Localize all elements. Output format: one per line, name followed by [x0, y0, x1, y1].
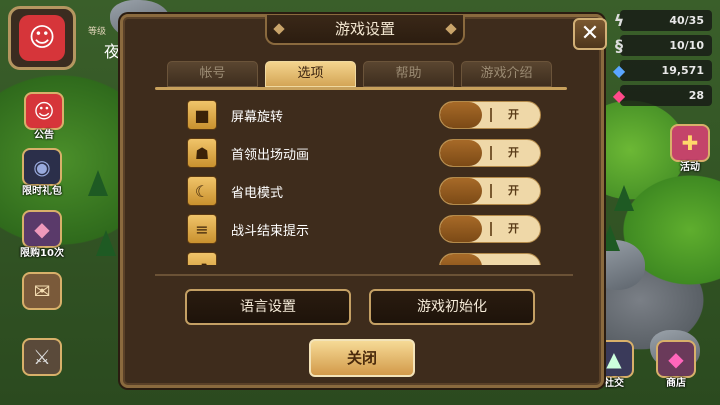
power-saving-toggle[interactable]: 开 [439, 177, 541, 205]
tab-underline [155, 87, 567, 90]
toggle-state: 开 [508, 146, 519, 159]
settings-dialog: 游戏设置 帐号 选项 帮助 游戏介绍 ■ 屏幕旋转 开 ☗ 首领出场动画 开 ☾… [120, 14, 604, 388]
arena-value: 10/10 [669, 39, 704, 52]
boss-icon: ☗ [187, 138, 217, 168]
settings-tabs: 帐号 选项 帮助 游戏介绍 [167, 61, 552, 87]
setting-row-low-spec: ↗ [183, 249, 553, 265]
toggle-divider [490, 108, 492, 122]
crystal-shop-icon: ◆ [656, 340, 696, 378]
toggle-knob [440, 102, 482, 128]
language-settings-button[interactable]: 语言设置 [185, 289, 351, 325]
toggle-knob [440, 178, 482, 204]
player-avatar[interactable]: ☺ [8, 6, 76, 70]
alert-bars-icon: ≡ [187, 214, 217, 244]
setting-label: 省电模式 [231, 186, 284, 201]
settings-list[interactable]: ■ 屏幕旋转 开 ☗ 首领出场动画 开 ☾ 省电模式 开 ≡ 战斗结束提示 开 [183, 97, 553, 265]
red-crystal-icon: ◆ [612, 85, 626, 105]
crossed-swords-icon: ⚔ [22, 338, 62, 376]
energy-bolt-icon: ϟ [613, 10, 625, 30]
tab-options[interactable]: 选项 [265, 61, 356, 87]
toggle-divider [490, 184, 492, 198]
event-label: 活动 [680, 162, 700, 173]
arena-counter: § 10/10 [615, 35, 712, 56]
toggle-knob [440, 140, 482, 166]
setting-label: 屏幕旋转 [231, 110, 284, 125]
limited-pack-button[interactable]: ◉ 限时礼包 [14, 148, 70, 197]
player-name-char: 夜 [104, 42, 121, 61]
toggle-state: 开 [508, 108, 519, 121]
blue-crystal-icon: ◆ [612, 60, 626, 80]
toggle-divider [490, 222, 492, 236]
lowres-icon: ↗ [187, 252, 217, 265]
battle-button[interactable]: ⚔ [14, 338, 70, 376]
setting-row-power-saving: ☾ 省电模式 开 [183, 173, 553, 211]
energy-value: 40/35 [669, 14, 704, 27]
crystal-icon: ◆ [22, 210, 62, 248]
moon-icon: ☾ [187, 176, 217, 206]
tree-decoration [88, 170, 108, 196]
setting-label: 首领出场动画 [231, 148, 310, 163]
swirl-icon: § [615, 35, 623, 55]
battle-end-alert-toggle[interactable]: 开 [439, 215, 541, 243]
quest-scroll-button[interactable]: ✉ [14, 272, 70, 310]
level-label: 等级 [88, 27, 107, 37]
setting-label: 战斗结束提示 [231, 224, 310, 239]
shop-button[interactable]: ◆ 商店 [648, 340, 704, 389]
demon-bag-icon: ◉ [22, 148, 62, 186]
gift-icon: ✚ [670, 124, 710, 162]
tree-decoration [96, 230, 116, 256]
toggle-knob [440, 254, 482, 265]
tab-account[interactable]: 帐号 [167, 61, 258, 87]
social-label: 社交 [604, 378, 624, 389]
notice-face-icon: ☺ [24, 92, 64, 130]
avatar-face-icon: ☺ [19, 15, 65, 61]
notice-button[interactable]: ☺ 公告 [16, 92, 72, 141]
energy-counter: ϟ 40/35 [614, 10, 712, 31]
boss-animation-toggle[interactable]: 开 [439, 139, 541, 167]
tree-decoration [614, 185, 634, 211]
shop-label: 商店 [666, 378, 686, 389]
mana-value: 19,571 [661, 64, 704, 77]
screen-rotation-toggle[interactable]: 开 [439, 101, 541, 129]
crystal-counter: ◆ 28 [613, 85, 712, 106]
crystal-value: 28 [688, 89, 704, 102]
limited-pack-label: 限时礼包 [22, 186, 62, 197]
limit-buy-button[interactable]: ◆ 限购10次 [14, 210, 70, 259]
close-icon[interactable]: ✕ [573, 18, 607, 50]
mana-counter: ◆ 19,571 [613, 60, 712, 81]
toggle-divider [490, 146, 492, 160]
setting-row-battle-end-alert: ≡ 战斗结束提示 开 [183, 211, 553, 249]
tab-game-intro[interactable]: 游戏介绍 [461, 61, 552, 87]
event-button[interactable]: ✚ 活动 [662, 124, 718, 173]
scroll-icon: ✉ [22, 272, 62, 310]
setting-row-screen-rotation: ■ 屏幕旋转 开 [183, 97, 553, 135]
toggle-state: 开 [508, 222, 519, 235]
dialog-title: 游戏设置 [265, 15, 465, 45]
camera-icon: ■ [187, 100, 217, 130]
toggle-state: 开 [508, 184, 519, 197]
tab-help[interactable]: 帮助 [363, 61, 454, 87]
close-dialog-button[interactable]: 关闭 [309, 339, 415, 377]
low-spec-toggle[interactable] [439, 253, 541, 265]
setting-row-boss-animation: ☗ 首领出场动画 开 [183, 135, 553, 173]
toggle-knob [440, 216, 482, 242]
game-reset-button[interactable]: 游戏初始化 [369, 289, 535, 325]
limit-buy-label: 限购10次 [20, 248, 64, 259]
notice-label: 公告 [34, 130, 54, 141]
section-divider [155, 274, 573, 276]
